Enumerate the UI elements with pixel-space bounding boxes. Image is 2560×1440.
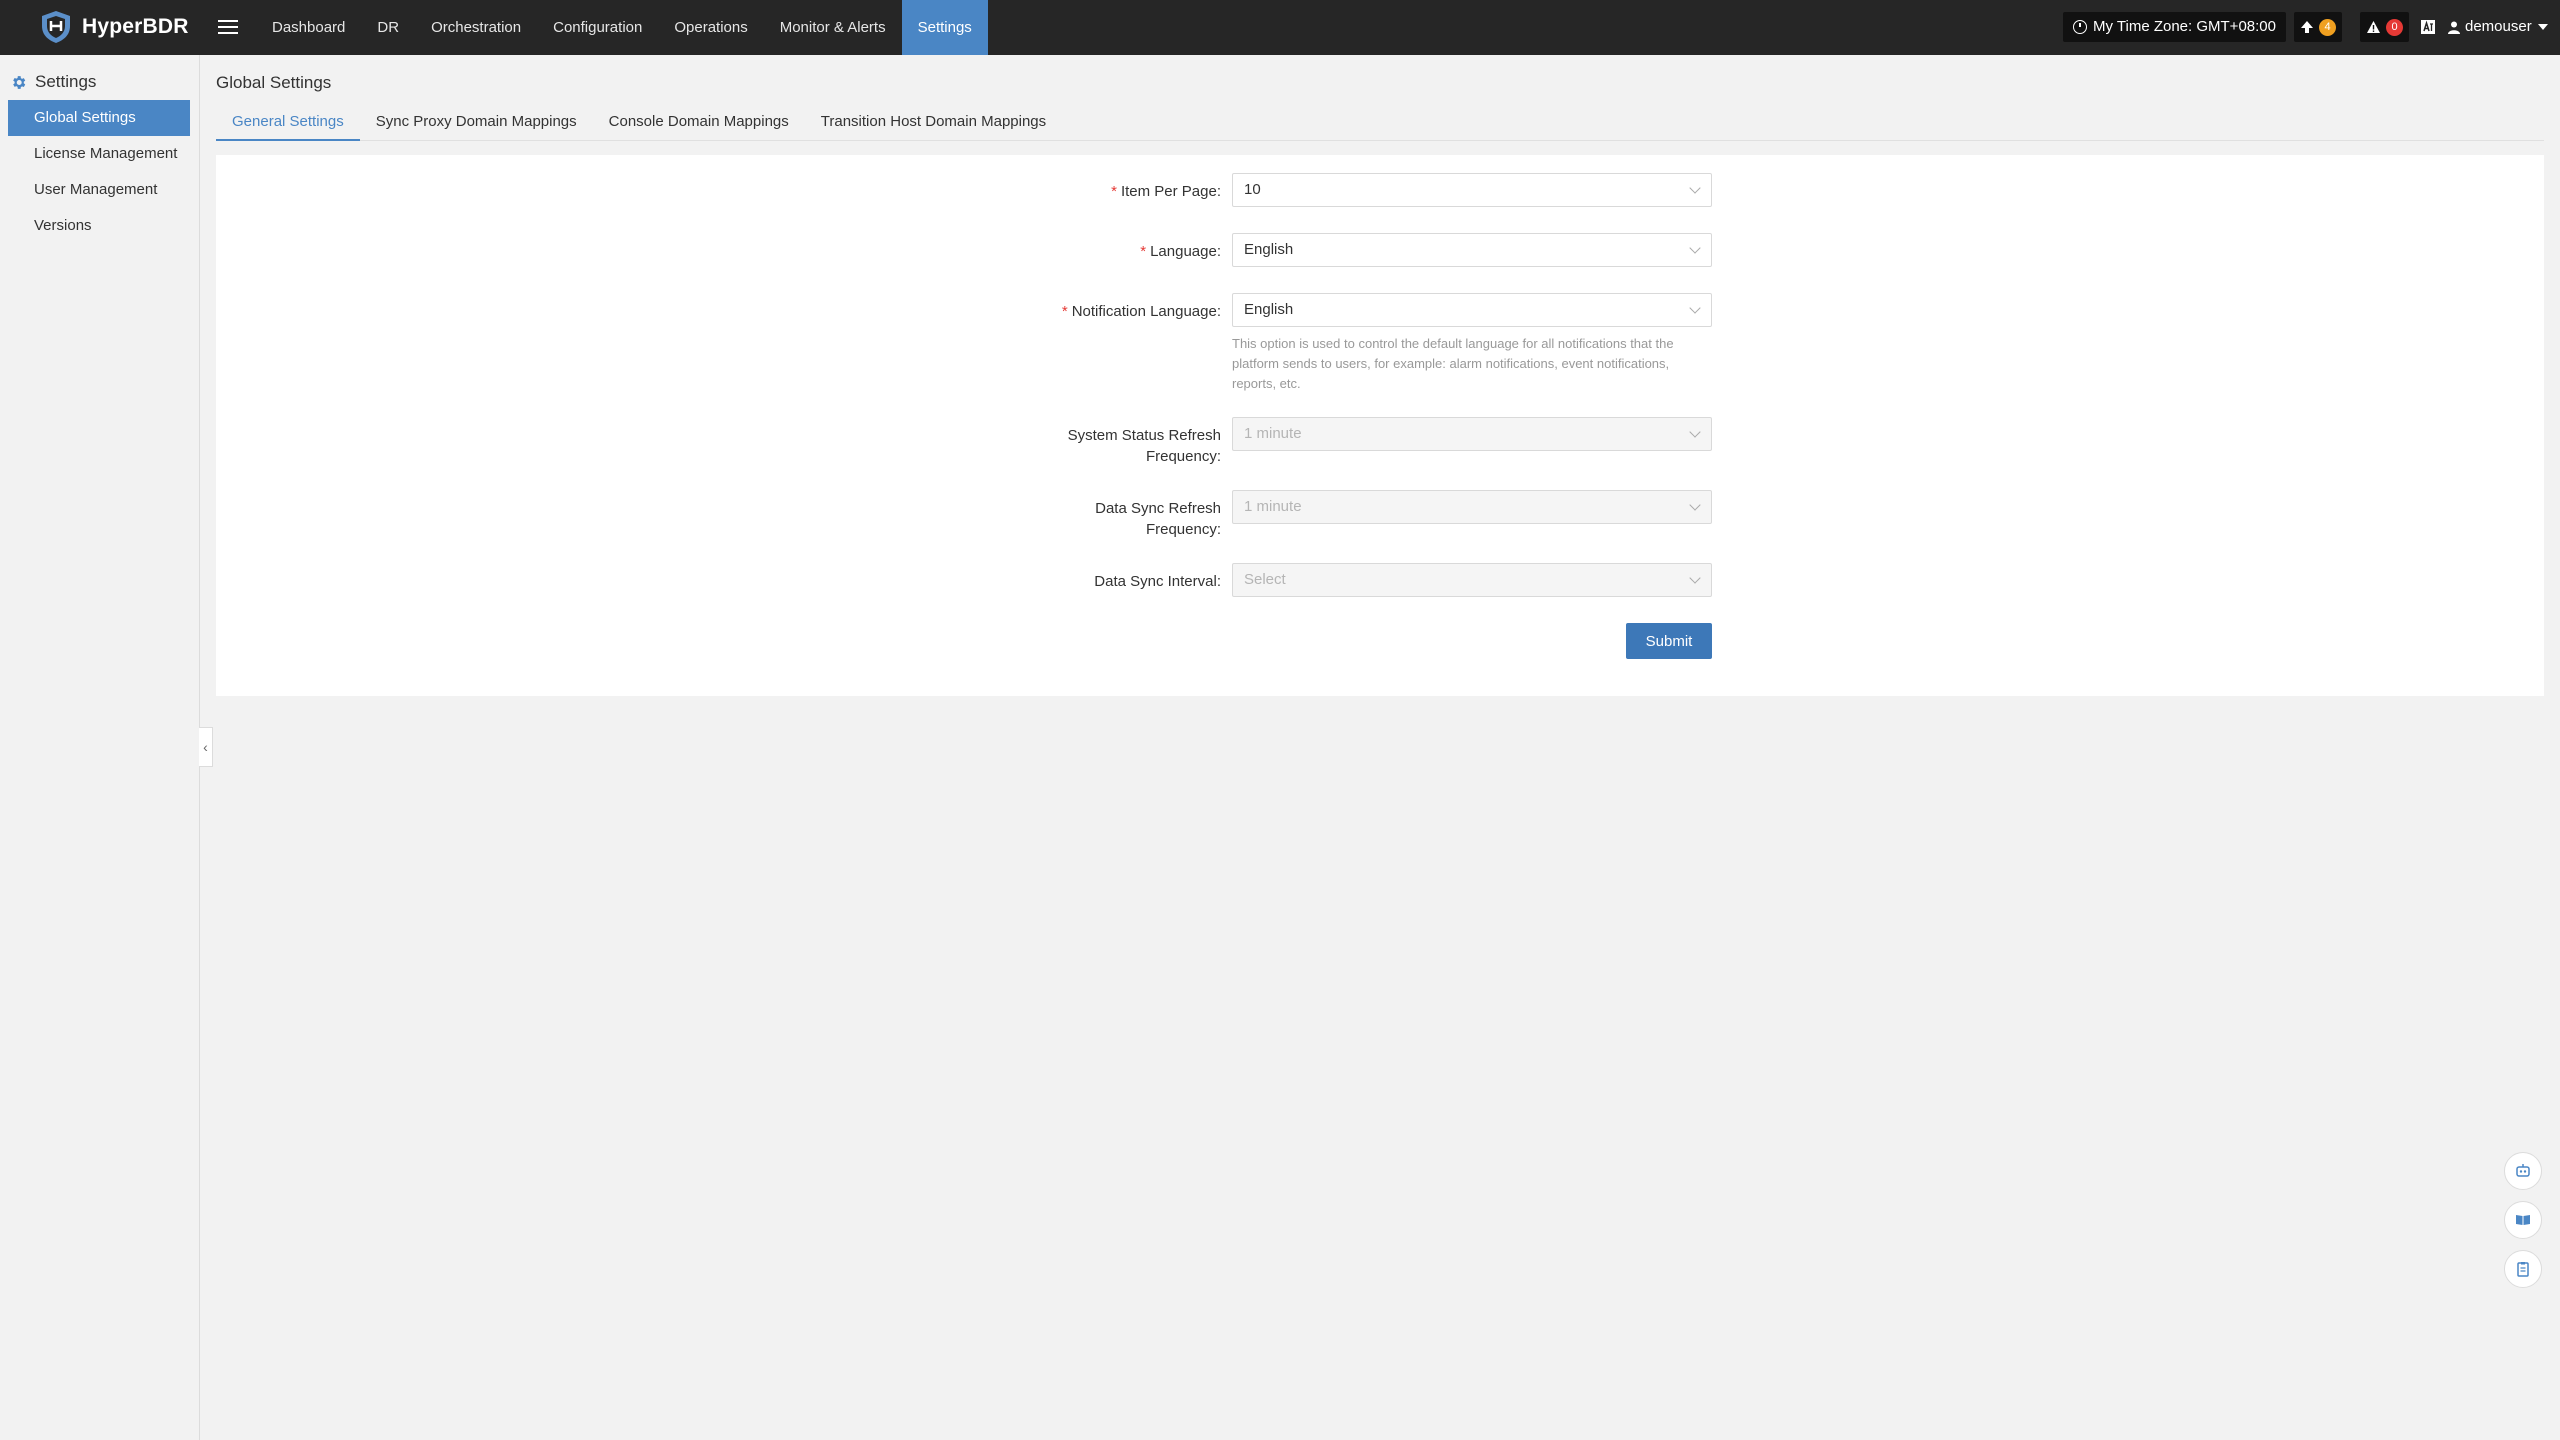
language-select[interactable]: English xyxy=(1232,233,1712,267)
clipboard-button[interactable] xyxy=(2504,1250,2542,1288)
item-per-page-label: * Item Per Page: xyxy=(1111,183,1221,200)
language-switch[interactable] xyxy=(2420,12,2436,42)
caret-down-icon xyxy=(2537,24,2548,30)
alert-count-badge: 0 xyxy=(2386,18,2403,36)
required-asterisk: * xyxy=(1111,183,1117,200)
upgrade-button[interactable]: 4 xyxy=(2294,12,2342,42)
settings-tabs: General Settings Sync Proxy Domain Mappi… xyxy=(216,108,2544,141)
data-sync-interval-placeholder: Select xyxy=(1244,571,1286,588)
page-title: Global Settings xyxy=(216,73,332,92)
arrow-up-icon xyxy=(2301,21,2313,33)
required-asterisk: * xyxy=(1061,303,1068,320)
nav-dashboard[interactable]: Dashboard xyxy=(256,0,361,55)
submit-button[interactable]: Submit xyxy=(1626,623,1712,659)
sidebar-item-global-settings[interactable]: Global Settings xyxy=(8,100,190,136)
system-status-refresh-value: 1 minute xyxy=(1244,425,1302,442)
chevron-left-icon: ‹ xyxy=(203,739,208,755)
timezone-indicator[interactable]: My Time Zone: GMT+08:00 xyxy=(2063,12,2286,42)
tab-transition-host-domain-mappings[interactable]: Transition Host Domain Mappings xyxy=(805,108,1062,139)
book-icon xyxy=(2516,1215,2530,1225)
nav-configuration[interactable]: Configuration xyxy=(537,0,658,55)
clock-icon xyxy=(2073,20,2087,34)
system-status-refresh-select[interactable]: 1 minute xyxy=(1232,417,1712,451)
general-settings-form: * Item Per Page: 10 * Language: English * N… xyxy=(216,155,2544,696)
assistant-button[interactable] xyxy=(2504,1152,2542,1190)
notification-language-help: This option is used to control the defau… xyxy=(1232,336,1674,391)
main-nav: Dashboard DR Orchestration Configuration… xyxy=(256,0,988,55)
tab-console-domain-mappings[interactable]: Console Domain Mappings xyxy=(593,108,805,139)
brand-name: HyperBDR xyxy=(82,15,189,38)
nav-operations[interactable]: Operations xyxy=(658,0,763,55)
gear-icon xyxy=(13,75,26,89)
upgrade-count-badge: 4 xyxy=(2319,18,2336,36)
chevron-down-icon xyxy=(1689,426,1701,438)
chevron-down-icon xyxy=(1689,182,1701,194)
chevron-down-icon xyxy=(1689,499,1701,511)
chevron-down-icon xyxy=(1689,302,1701,314)
chevron-down-icon xyxy=(1689,242,1701,254)
sidebar-item-license-management[interactable]: License Management xyxy=(8,136,190,172)
notification-language-select[interactable]: English xyxy=(1232,293,1712,327)
nav-dr[interactable]: DR xyxy=(361,0,415,55)
top-navigation-bar: HyperBDR Dashboard DR Orchestration Conf… xyxy=(0,0,2560,55)
language-value: English xyxy=(1244,241,1294,258)
alerts-button[interactable]: 0 xyxy=(2360,12,2409,42)
tab-general-settings[interactable]: General Settings xyxy=(216,108,360,141)
system-status-refresh-label: System Status Refresh Frequency: xyxy=(1067,427,1221,465)
data-sync-refresh-select[interactable]: 1 minute xyxy=(1232,490,1712,524)
data-sync-refresh-value: 1 minute xyxy=(1244,498,1302,515)
clipboard-icon xyxy=(2517,1262,2529,1277)
data-sync-refresh-label: Data Sync Refresh Frequency: xyxy=(1095,500,1221,538)
brand-logo[interactable]: HyperBDR xyxy=(38,9,189,45)
docs-button[interactable] xyxy=(2504,1201,2542,1239)
user-menu[interactable]: demouser xyxy=(2448,12,2548,42)
notification-language-label: * Notification Language: xyxy=(1061,303,1221,320)
language-icon xyxy=(2421,20,2435,34)
robot-icon xyxy=(2516,1164,2530,1177)
nav-settings[interactable]: Settings xyxy=(901,0,988,55)
shield-icon xyxy=(42,11,70,43)
warning-icon xyxy=(2367,21,2380,33)
sidebar: Settings Global Settings License Managem… xyxy=(0,55,200,1440)
sidebar-item-user-management[interactable]: User Management xyxy=(8,172,190,208)
sidebar-item-versions[interactable]: Versions xyxy=(8,208,190,244)
user-icon xyxy=(2448,21,2460,34)
data-sync-interval-label: Data Sync Interval: xyxy=(1094,573,1221,590)
sidebar-title-text: Settings xyxy=(35,72,97,91)
hamburger-icon[interactable] xyxy=(218,16,238,38)
required-asterisk: * xyxy=(1140,243,1147,260)
chevron-down-icon xyxy=(1689,572,1701,584)
nav-orchestration[interactable]: Orchestration xyxy=(415,0,537,55)
language-label: * Language: xyxy=(1140,243,1221,260)
item-per-page-value: 10 xyxy=(1244,181,1261,198)
sidebar-title: Settings xyxy=(10,72,96,92)
nav-monitor-alerts[interactable]: Monitor & Alerts xyxy=(764,0,902,55)
notification-language-value: English xyxy=(1244,301,1294,318)
username: demouser xyxy=(2465,18,2532,35)
data-sync-interval-select[interactable]: Select xyxy=(1232,563,1712,597)
timezone-text: My Time Zone: GMT+08:00 xyxy=(2093,18,2276,35)
item-per-page-select[interactable]: 10 xyxy=(1232,173,1712,207)
tab-sync-proxy-domain-mappings[interactable]: Sync Proxy Domain Mappings xyxy=(360,108,593,139)
sidebar-collapse-button[interactable]: ‹ xyxy=(199,727,213,767)
